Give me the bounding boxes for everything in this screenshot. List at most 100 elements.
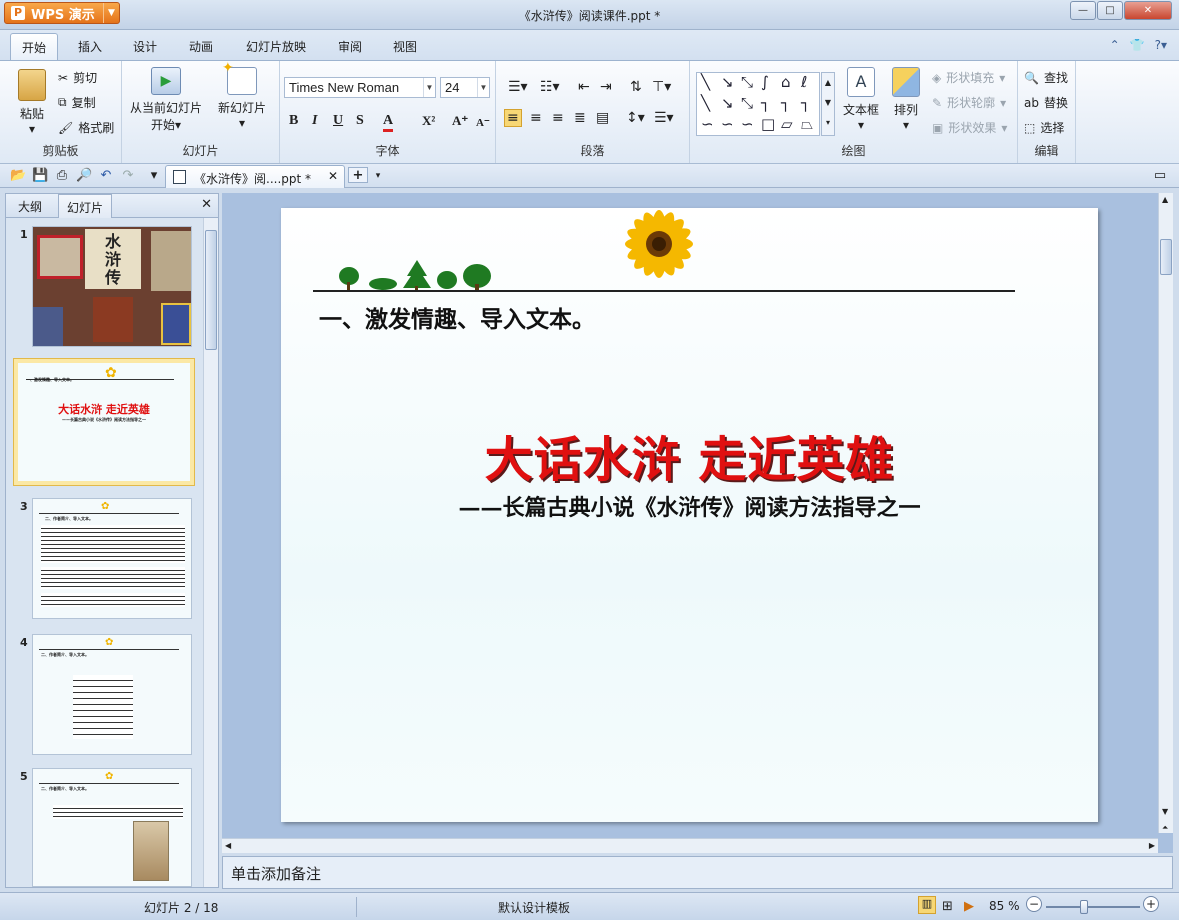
tab-insert[interactable]: 插入 xyxy=(78,38,102,55)
zoom-in-icon[interactable]: + xyxy=(1143,896,1159,912)
curved-connector-icon[interactable]: ∽ xyxy=(701,115,714,133)
shrink-font-button[interactable]: A⁻ xyxy=(476,116,490,129)
find-button[interactable]: 🔍 查找 xyxy=(1024,69,1068,86)
trapezoid-shape-icon[interactable]: ⏢ xyxy=(801,115,813,133)
undo-icon[interactable]: ↶ xyxy=(98,168,114,184)
distribute-icon[interactable]: ▤ xyxy=(596,110,609,126)
zoom-slider[interactable] xyxy=(1046,906,1140,908)
tab-design[interactable]: 设计 xyxy=(133,38,157,55)
help-icon[interactable]: ?▾ xyxy=(1155,38,1167,52)
close-button[interactable]: ✕ xyxy=(1124,1,1172,20)
underline-button[interactable]: U xyxy=(333,113,343,129)
replace-button[interactable]: ab 替换 xyxy=(1024,94,1068,111)
slide-heading[interactable]: 一、激发情趣、导入文本。 xyxy=(319,300,595,334)
numbering-icon[interactable]: ☷▾ xyxy=(540,79,560,95)
scroll-thumb[interactable] xyxy=(205,230,217,350)
scroll-left-icon[interactable]: ◀ xyxy=(225,841,231,850)
slide-thumbnail-5[interactable]: ✿ 二、作者简介、导入文本。 xyxy=(32,768,192,887)
tab-home[interactable]: 开始 xyxy=(10,33,59,61)
redo-icon[interactable]: ↷ xyxy=(120,168,136,184)
play-from-current-button[interactable]: ▶ 从当前幻灯片 开始▾ xyxy=(128,67,204,133)
close-icon[interactable]: ✕ xyxy=(201,197,212,212)
save-icon[interactable]: 💾 xyxy=(32,168,48,184)
elbow-connector-icon[interactable]: ┐ xyxy=(761,94,770,112)
justify-icon[interactable]: ≣ xyxy=(574,110,586,126)
editor-vertical-scrollbar[interactable]: ▲ ▼ ⏶ xyxy=(1158,193,1173,833)
freeform-shape-icon[interactable]: ⌂ xyxy=(781,73,791,91)
elbow-arrow-icon[interactable]: ┐ xyxy=(781,94,790,112)
arrange-button[interactable]: 排列 ▾ xyxy=(886,67,926,132)
font-size-combo[interactable]: 24 ▼ xyxy=(440,77,490,98)
line-shape-icon[interactable]: ╲ xyxy=(701,73,710,91)
elbow-double-arrow-icon[interactable]: ┐ xyxy=(801,94,810,112)
slide-thumbnail-1[interactable]: 水浒传 xyxy=(32,226,192,347)
shapes-gallery[interactable]: ╲ ↘ ⤡ ∫ ⌂ ℓ ╲ ↘ ⤡ ┐ ┐ ┐ ∽ ∽ ∽ □ ▱ ⏢ xyxy=(696,72,820,136)
shape-outline-button[interactable]: ✎ 形状轮廓 ▾ xyxy=(932,94,1006,111)
window-tile-icon[interactable]: ▭ xyxy=(1152,168,1168,184)
print-preview-icon[interactable]: 🔎 xyxy=(76,168,92,184)
customize-toolbar-icon[interactable]: ▾ xyxy=(146,168,162,184)
zoom-level[interactable]: 85 % xyxy=(989,899,1020,913)
chevron-down-icon[interactable]: ▾ xyxy=(370,168,386,184)
cut-button[interactable]: ✂ 剪切 xyxy=(58,69,97,86)
line-spacing-icon[interactable]: ↕▾ xyxy=(626,110,645,126)
open-icon[interactable]: 📂 xyxy=(10,168,26,184)
normal-view-icon[interactable]: ▥ xyxy=(918,896,936,914)
scroll-up-icon[interactable]: ▲ xyxy=(1162,195,1168,204)
previous-slide-icon[interactable]: ⏶ xyxy=(1162,823,1168,833)
bullets-icon[interactable]: ☰▾ xyxy=(508,79,528,95)
slide-subtitle[interactable]: ——长篇古典小说《水浒传》阅读方法指导之一 xyxy=(281,490,1098,522)
curved-double-arrow-icon[interactable]: ∽ xyxy=(741,115,754,133)
curve-shape-icon[interactable]: ∫ xyxy=(761,73,769,91)
parallelogram-shape-icon[interactable]: ▱ xyxy=(781,115,793,133)
slide-canvas[interactable]: 一、激发情趣、导入文本。 大话水浒 走近英雄 ——长篇古典小说《水浒传》阅读方法… xyxy=(281,208,1098,822)
new-slide-button[interactable]: ✦ 新幻灯片 ▾ xyxy=(214,60,270,130)
tab-review[interactable]: 审阅 xyxy=(338,38,362,55)
italic-button[interactable]: I xyxy=(312,113,317,129)
curved-arrow-icon[interactable]: ∽ xyxy=(721,115,734,133)
scroll-down-icon[interactable]: ▼ xyxy=(1162,807,1168,816)
panel-scrollbar[interactable] xyxy=(203,218,218,887)
tab-slides[interactable]: 幻灯片 xyxy=(58,194,113,218)
align-right-icon[interactable]: ≡ xyxy=(552,110,564,126)
shapes-gallery-scroll[interactable]: ▲ ▼ ▾ xyxy=(821,72,835,136)
double-arrow-shape-icon[interactable]: ⤡ xyxy=(741,73,753,91)
slide-thumbnail-3[interactable]: ✿ 二、作者简介、导入文本。 xyxy=(32,498,192,619)
arrow-shape-icon[interactable]: ↘ xyxy=(721,94,734,112)
print-icon[interactable]: ⎙ xyxy=(54,168,70,184)
select-button[interactable]: ⬚ 选择 xyxy=(1024,119,1064,136)
superscript-button[interactable]: X² xyxy=(422,113,435,129)
tab-view[interactable]: 视图 xyxy=(393,38,417,55)
editor-horizontal-scrollbar[interactable]: ◀ ▶ xyxy=(222,838,1158,853)
notes-pane[interactable]: 单击添加备注 xyxy=(222,856,1173,889)
double-arrow-shape-icon[interactable]: ⤡ xyxy=(741,94,753,112)
minimize-button[interactable]: — xyxy=(1070,1,1096,20)
font-color-button[interactable]: A xyxy=(383,113,394,132)
tab-animation[interactable]: 动画 xyxy=(189,38,213,55)
new-tab-icon[interactable]: + xyxy=(348,167,368,183)
line-shape-icon[interactable]: ╲ xyxy=(701,94,710,112)
bold-button[interactable]: B xyxy=(289,113,298,129)
slide-sorter-icon[interactable]: ⊞ xyxy=(942,899,953,914)
slide-title[interactable]: 大话水浒 走近英雄 xyxy=(281,420,1098,490)
slideshow-icon[interactable]: ▶ xyxy=(964,899,974,914)
document-tab[interactable]: 《水浒传》阅....ppt * ✕ xyxy=(165,165,345,188)
shadow-button[interactable]: S xyxy=(356,113,364,129)
shape-fill-button[interactable]: ◈ 形状填充 ▾ xyxy=(932,69,1005,86)
columns-icon[interactable]: ☰▾ xyxy=(654,110,674,126)
align-left-icon[interactable]: ≡ xyxy=(504,109,522,127)
zoom-slider-thumb[interactable] xyxy=(1080,900,1088,914)
textbox-button[interactable]: A 文本框 ▾ xyxy=(840,67,882,132)
slide-thumbnail-2[interactable]: ✿ 一、激发情趣、导入文本。 大话水浒 走近英雄 ——长篇古典小说《水浒传》阅读… xyxy=(13,358,195,486)
shape-effect-button[interactable]: ▣ 形状效果 ▾ xyxy=(932,119,1007,136)
copy-button[interactable]: ⧉ 复制 xyxy=(58,94,96,111)
scroll-right-icon[interactable]: ▶ xyxy=(1149,841,1155,850)
format-painter-button[interactable]: 🖌 格式刷 xyxy=(58,119,114,136)
decrease-indent-icon[interactable]: ⇤ xyxy=(578,79,590,95)
paste-button[interactable]: 粘贴 ▾ xyxy=(12,69,52,136)
font-family-combo[interactable]: Times New Roman ▼ xyxy=(284,77,436,98)
tab-outline[interactable]: 大纲 xyxy=(18,198,42,215)
text-direction-icon[interactable]: ⇅ xyxy=(630,79,642,95)
zoom-out-icon[interactable]: − xyxy=(1026,896,1042,912)
slide-thumbnail-4[interactable]: ✿ 二、作者简介、导入文本。 xyxy=(32,634,192,755)
